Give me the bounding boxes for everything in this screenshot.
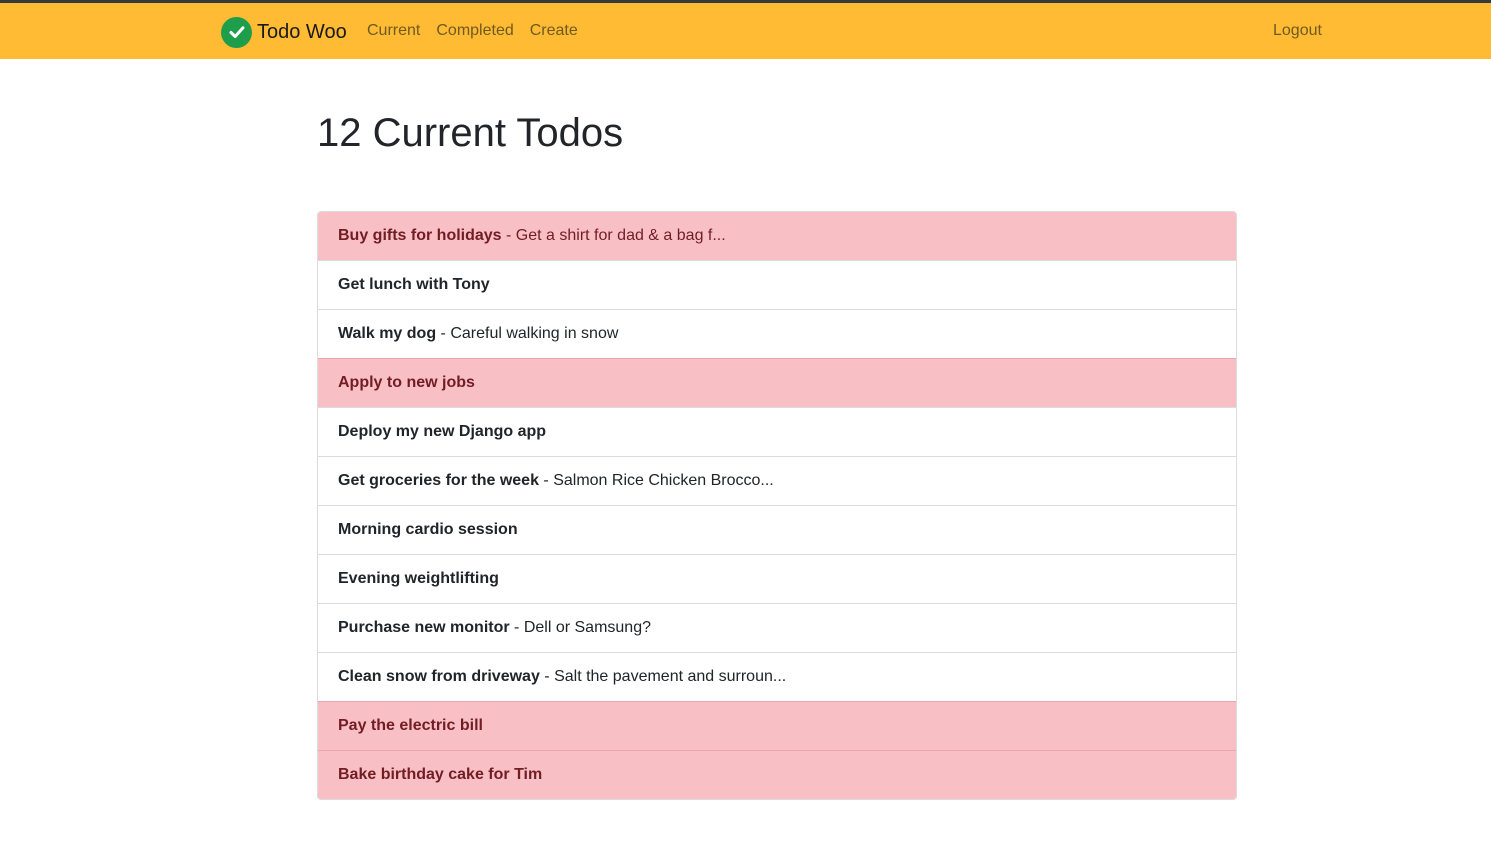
todo-title: Get groceries for the week [338,472,539,489]
todo-title: Morning cardio session [338,521,518,538]
todo-description: - Salt the pavement and surroun... [539,668,787,685]
todo-item[interactable]: Morning cardio session [318,505,1236,554]
todo-title: Buy gifts for holidays [338,227,502,244]
todo-item[interactable]: Pay the electric bill [318,701,1236,750]
todo-description: - Dell or Samsung? [509,619,651,636]
logout-link[interactable]: Logout [1273,21,1322,41]
todo-title: Evening weightlifting [338,570,499,587]
todo-description: - Get a shirt for dad & a bag f... [501,227,726,244]
brand-name: Todo Woo [257,20,347,43]
nav-link-completed[interactable]: Completed [436,21,513,41]
todo-item[interactable]: Evening weightlifting [318,554,1236,603]
nav-link-current[interactable]: Current [367,21,420,41]
todo-title: Pay the electric bill [338,717,483,734]
todo-description: - Careful walking in snow [436,325,619,342]
todo-list: Buy gifts for holidays - Get a shirt for… [317,211,1237,800]
nav-links: Current Completed Create [367,21,594,41]
todo-item[interactable]: Clean snow from driveway - Salt the pave… [318,652,1236,701]
navbar: Todo Woo Current Completed Create Logout [0,3,1491,59]
todo-title: Deploy my new Django app [338,423,547,440]
todo-item[interactable]: Get lunch with Tony [318,260,1236,309]
todo-title: Get lunch with Tony [338,276,490,293]
todo-title: Purchase new monitor [338,619,510,636]
brand-link[interactable]: Todo Woo [221,16,347,48]
todo-item[interactable]: Walk my dog - Careful walking in snow [318,309,1236,358]
todo-title: Bake birthday cake for Tim [338,766,543,783]
nav-link-create[interactable]: Create [530,21,578,41]
todo-title: Apply to new jobs [338,374,475,391]
todo-item[interactable]: Deploy my new Django app [318,407,1236,456]
todo-title: Walk my dog [338,325,437,342]
todo-item[interactable]: Bake birthday cake for Tim [318,750,1236,799]
todo-item[interactable]: Apply to new jobs [318,358,1236,407]
todo-title: Clean snow from driveway [338,668,540,685]
page-title: 12 Current Todos [317,111,624,155]
check-circle-icon [221,16,252,48]
todo-item[interactable]: Buy gifts for holidays - Get a shirt for… [318,212,1236,260]
todo-item[interactable]: Purchase new monitor - Dell or Samsung? [318,603,1236,652]
todo-description: - Salmon Rice Chicken Brocco... [538,472,774,489]
todo-item[interactable]: Get groceries for the week - Salmon Rice… [318,456,1236,505]
